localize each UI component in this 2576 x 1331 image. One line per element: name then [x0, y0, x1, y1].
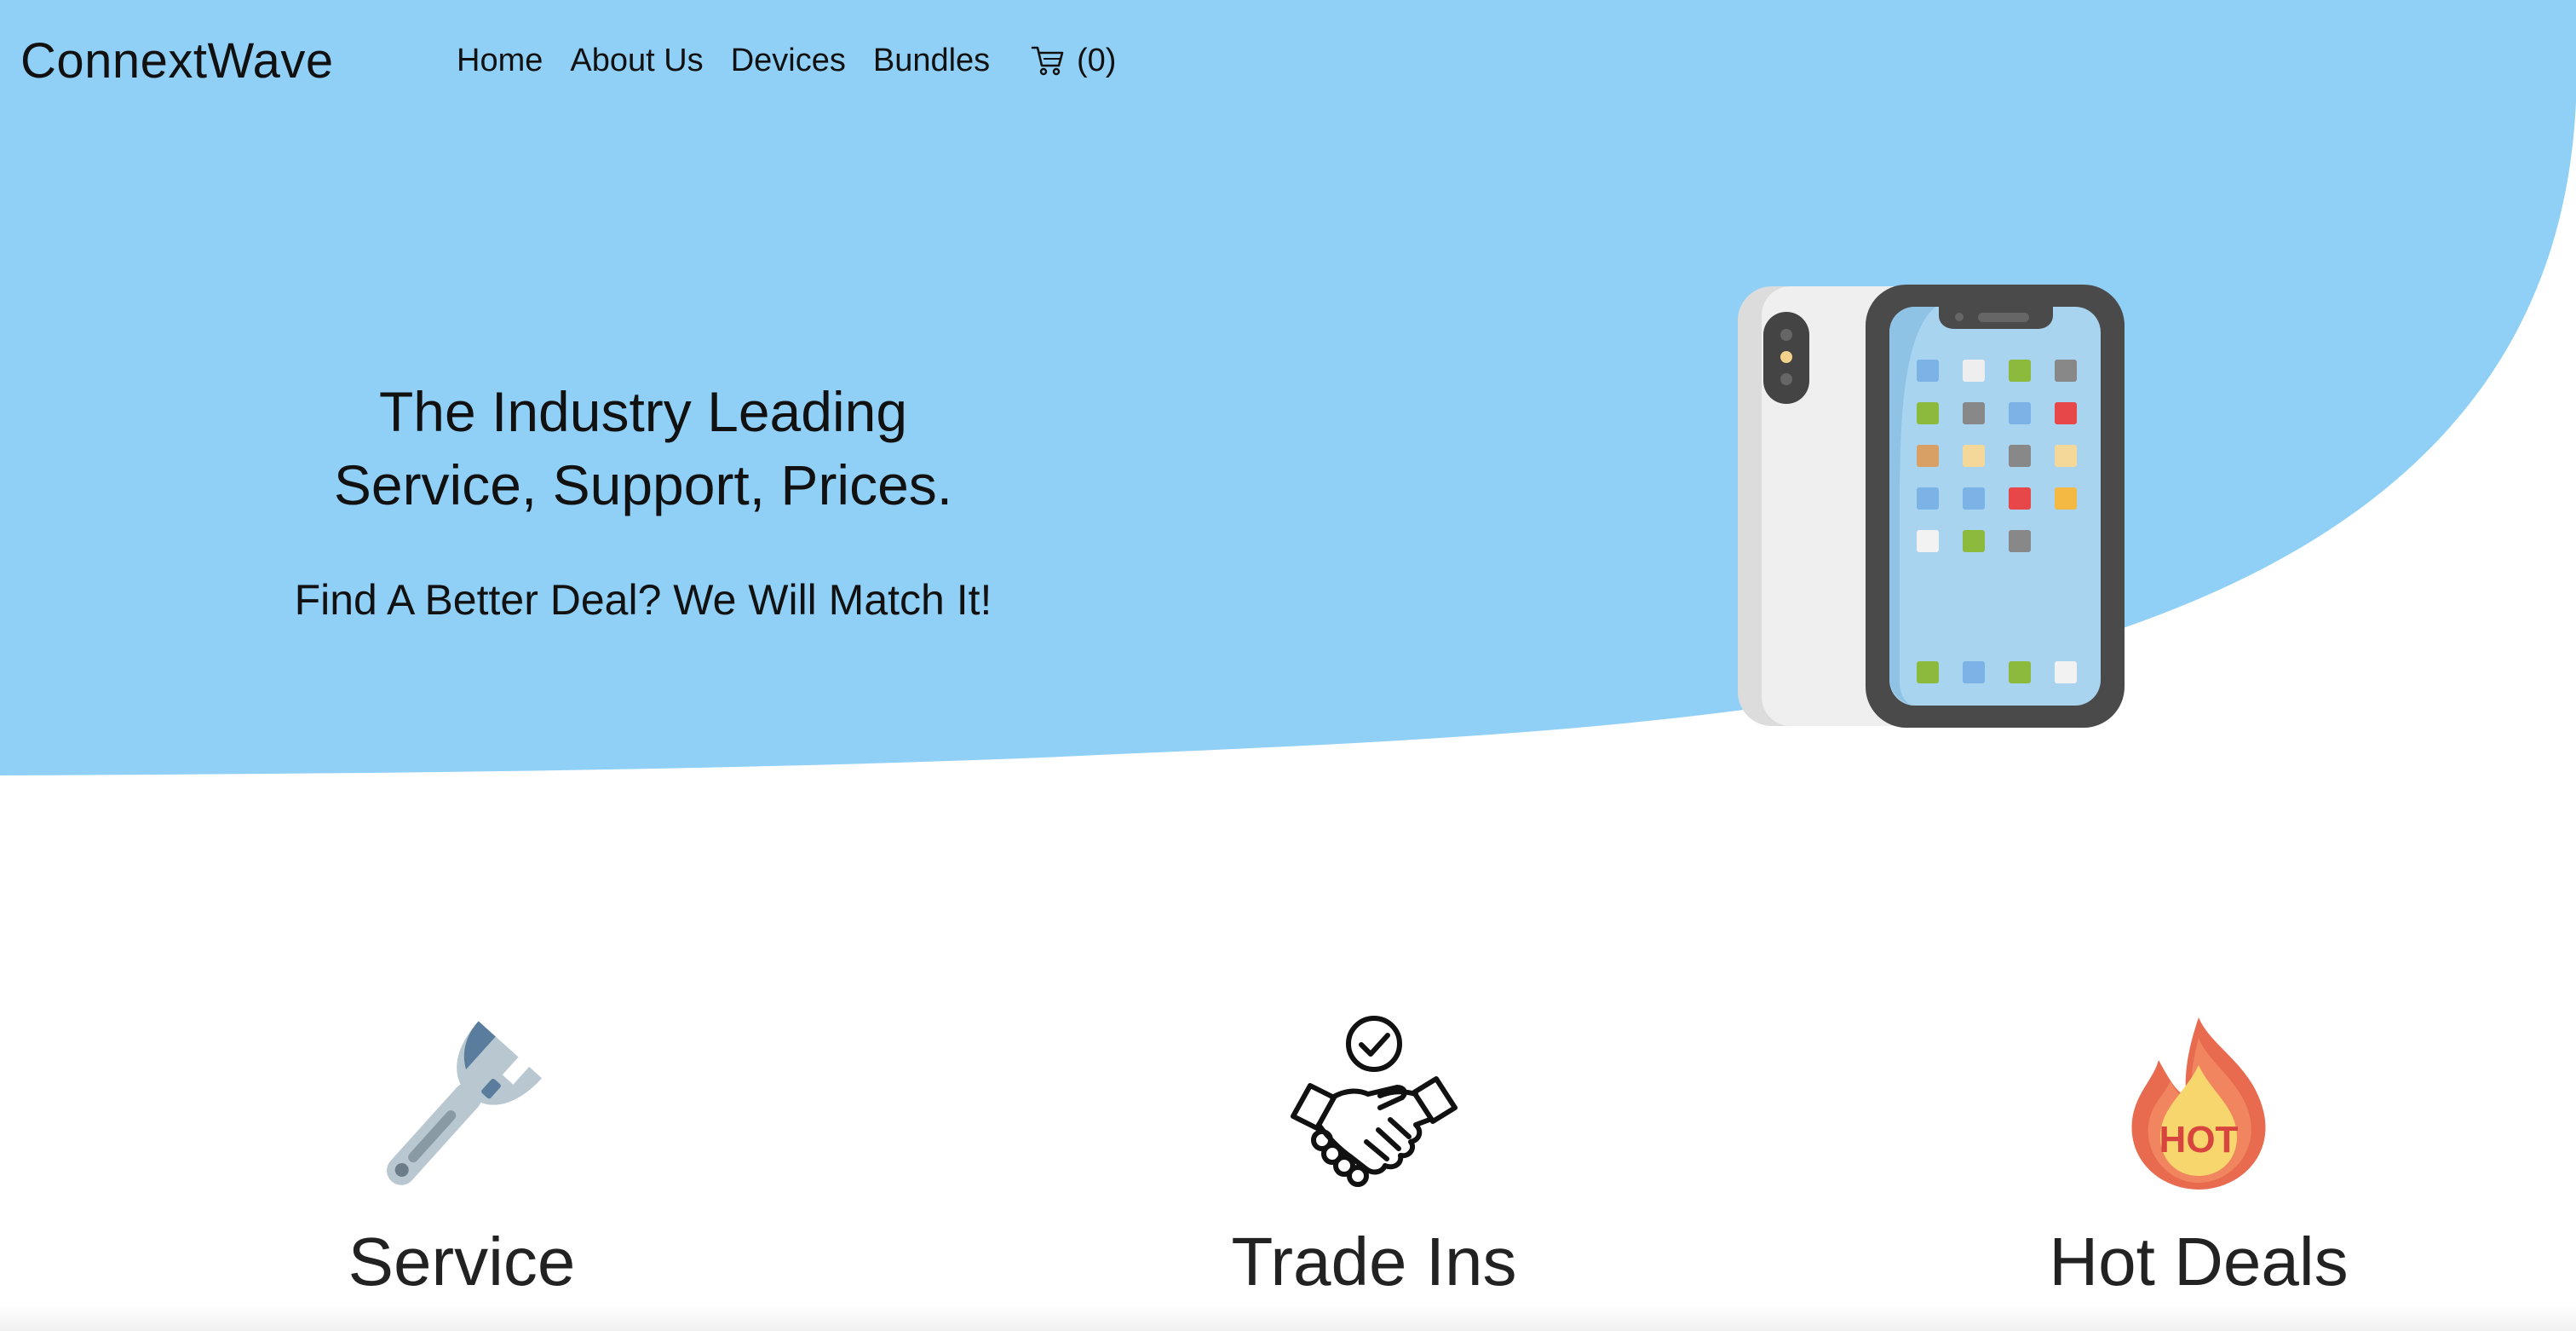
main-nav: Home About Us Devices Bundles	[457, 37, 990, 84]
cart-button[interactable]: (0)	[1031, 37, 1116, 84]
top-navbar: ConnextWave Home About Us Devices Bundle…	[0, 0, 2576, 121]
feature-hot-deals[interactable]: HOT Hot Deals	[1960, 1014, 2437, 1300]
nav-home-link[interactable]: Home	[457, 37, 543, 84]
nav-devices-link[interactable]: Devices	[731, 37, 846, 84]
hero-title-line-1: The Industry Leading	[378, 380, 908, 443]
cart-count: (0)	[1077, 43, 1117, 78]
shopping-cart-icon	[1031, 46, 1064, 76]
svg-text:HOT: HOT	[2159, 1119, 2239, 1161]
hero-title: The Industry Leading Service, Support, P…	[187, 375, 1099, 521]
hot-flame-icon: HOT	[2131, 1017, 2266, 1190]
smartphone-illustration	[1738, 285, 2125, 728]
wrench-icon	[387, 1021, 543, 1185]
feature-service-title: Service	[348, 1224, 576, 1299]
feature-trade-ins-title: Trade Ins	[1231, 1224, 1517, 1299]
hero-title-line-2: Service, Support, Prices.	[333, 453, 953, 516]
hero-section: The Industry Leading Service, Support, P…	[187, 375, 1099, 627]
hero-subtitle: Find A Better Deal? We Will Match It!	[294, 576, 992, 624]
feature-trade-ins[interactable]: Trade Ins	[1136, 1014, 1613, 1300]
brand-logo[interactable]: ConnextWave	[20, 31, 334, 92]
nav-about-link[interactable]: About Us	[570, 37, 703, 84]
feature-service[interactable]: Service	[223, 1014, 700, 1300]
handshake-icon	[1291, 1016, 1458, 1187]
feature-hot-deals-title: Hot Deals	[2049, 1224, 2349, 1299]
nav-bundles-link[interactable]: Bundles	[873, 37, 990, 84]
bottom-fade	[0, 1305, 2576, 1331]
